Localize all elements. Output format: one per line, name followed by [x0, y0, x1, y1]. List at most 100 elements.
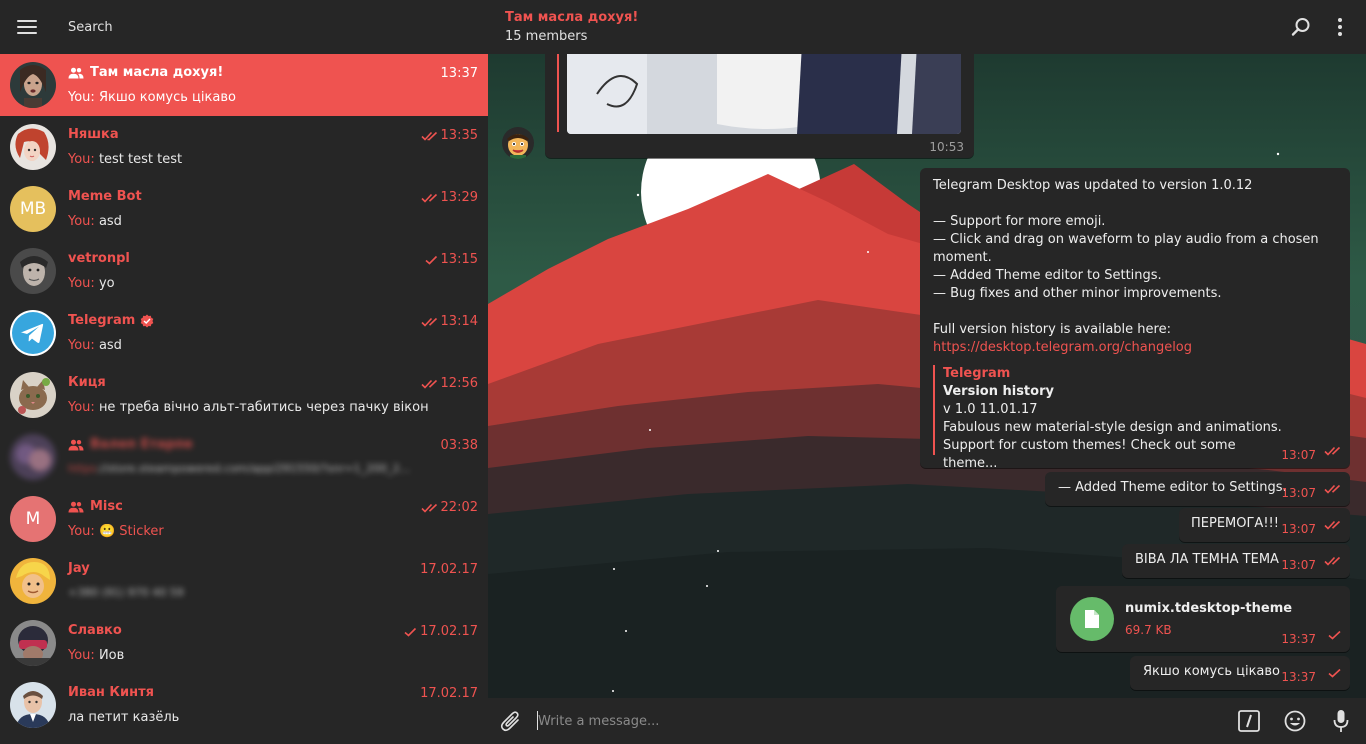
changelog-link[interactable]: https://desktop.telegram.org/changelog [933, 339, 1338, 357]
dialog-time: 13:37 [440, 66, 478, 81]
avatar: M [10, 496, 56, 542]
update-message[interactable]: Telegram Desktop was updated to version … [920, 168, 1350, 471]
you-prefix: You: [68, 214, 95, 229]
dialog-name-text: Misc [90, 499, 123, 514]
dialog-last-message: ла петит казёль [68, 710, 478, 725]
message-preview: не треба вічно альт-табитись через пачку… [98, 400, 429, 415]
message-preview: test test test [98, 152, 183, 167]
update-bullet: — Support for more emoji. [933, 214, 1106, 229]
chat-background: 10:53 Telegram Desktop was updated to ve… [488, 44, 1366, 698]
preview-line: Support for custom themes! Check out som… [943, 438, 1236, 471]
dialog-item-vetronpl[interactable]: vetronpl 13:15 You: yo [0, 240, 488, 302]
photo-image[interactable] [567, 44, 961, 134]
message-time: 13:07 [1281, 522, 1316, 536]
chat-members-count[interactable]: 15 members [505, 29, 587, 44]
dialog-last-message: You: 😬 Sticker [68, 524, 478, 539]
message-preview: Якшо комусь цікаво [98, 90, 236, 105]
dialog-name: Иван Кинтя [68, 685, 154, 700]
time-text: 13:14 [440, 314, 478, 329]
dialog-item-misc[interactable]: M Misc 22:02 You: 😬 Sticker [0, 488, 488, 550]
preview-title: Version history [943, 384, 1054, 399]
dialog-last-message: You: asd [68, 338, 478, 353]
dialog-name: Киця [68, 375, 106, 390]
dialog-name-text: Там масла дохуя! [90, 65, 224, 80]
dialog-item-blurred[interactable]: Валеп Етарпе 03:38 https://store.steampo… [0, 426, 488, 488]
dialog-last-message: You: yo [68, 276, 478, 291]
double-check-icon [420, 379, 438, 389]
dialog-item-jay[interactable]: Jay 17.02.17 +380 (91) 970 40 59 [0, 550, 488, 612]
dialog-item-ivan[interactable]: Иван Кинтя 17.02.17 ла петит казёль [0, 674, 488, 736]
compose-bar [488, 698, 1366, 744]
avatar [10, 372, 56, 418]
dialog-name-text: Валеп Етарпе [90, 437, 193, 452]
link-preview[interactable]: Telegram Version history v 1.0 11.01.17 … [943, 365, 1283, 473]
avatar: MB [10, 186, 56, 232]
dialog-time: 17.02.17 [404, 624, 478, 639]
verified-icon [140, 314, 154, 328]
you-prefix: You: [68, 524, 95, 539]
double-check-icon [1324, 519, 1342, 534]
group-icon [68, 439, 84, 451]
outgoing-message[interactable]: ВІВА ЛА ТЕМНА ТЕМА 13:07 [1122, 544, 1350, 578]
dialog-item-meme-bot[interactable]: MB Meme Bot 13:29 You: asd [0, 178, 488, 240]
preview-bar [933, 365, 935, 455]
dialog-item-tam-masla[interactable]: Там масла дохуя! 13:37 You: Якшо комусь … [0, 54, 488, 116]
search-input[interactable] [68, 12, 448, 42]
double-check-icon [420, 131, 438, 141]
double-check-icon [1324, 445, 1342, 460]
dialogs-sidebar: Там масла дохуя! 13:37 You: Якшо комусь … [0, 0, 488, 744]
dialog-item-nyashka[interactable]: Няшка 13:35 You: test test test [0, 116, 488, 178]
message-preview: ла петит казёль [68, 710, 180, 725]
you-prefix: You: [68, 648, 95, 663]
message-input[interactable] [538, 710, 1218, 732]
photo-message[interactable]: 10:53 [545, 44, 974, 158]
dialog-item-slavko[interactable]: Славко 17.02.17 You: Йов [0, 612, 488, 674]
outgoing-message[interactable]: — Added Theme editor to Settings. 13:07 [1045, 472, 1350, 506]
message-text: Якшо комусь цікаво [1143, 664, 1281, 679]
dialog-time: 13:29 [420, 190, 478, 205]
dialog-name-text: Telegram [68, 313, 136, 328]
dialog-item-kytsia[interactable]: Киця 12:56 You: не треба вічно альт-таби… [0, 364, 488, 426]
outgoing-message[interactable]: ПЕРЕМОГА!!! 13:07 [1179, 508, 1350, 542]
dialog-name: Misc [68, 499, 123, 514]
dialog-last-message: You: test test test [68, 152, 478, 167]
sender-avatar[interactable] [502, 127, 534, 159]
bot-commands-icon[interactable] [1238, 710, 1260, 736]
update-bullet: — Added Theme editor to Settings. [933, 268, 1162, 283]
time-text: 12:56 [440, 376, 478, 391]
update-bullet: moment. [933, 250, 992, 265]
dialog-time: 13:14 [420, 314, 478, 329]
more-options-icon[interactable] [1337, 17, 1343, 41]
double-check-icon [1324, 555, 1342, 570]
dialog-last-message: You: Йов [68, 648, 478, 663]
file-icon[interactable] [1070, 597, 1114, 641]
you-prefix: You: [68, 90, 95, 105]
sidebar-header [0, 0, 488, 54]
update-bullet: — Click and drag on waveform to play aud… [933, 232, 1319, 247]
check-icon [404, 627, 417, 637]
dialog-last-message: https://store.steampowered.com/app/29155… [68, 462, 478, 475]
dialog-time: 17.02.17 [420, 686, 478, 701]
search-icon[interactable] [1291, 17, 1311, 41]
dialog-name: Валеп Етарпе [68, 437, 193, 452]
file-message[interactable]: numix.tdesktop-theme 69.7 KB 13:37 [1056, 586, 1350, 652]
message-preview: yo [98, 276, 115, 291]
preview-line: v 1.0 11.01.17 [943, 402, 1038, 417]
dialog-item-telegram[interactable]: Telegram 13:14 You: asd [0, 302, 488, 364]
microphone-icon[interactable] [1333, 709, 1349, 737]
you-prefix: You: [68, 276, 95, 291]
file-name[interactable]: numix.tdesktop-theme [1125, 601, 1292, 616]
chat-title[interactable]: Там масла дохуя! [505, 10, 638, 25]
dialog-last-message: You: asd [68, 214, 478, 229]
message-preview: Йов [98, 648, 125, 663]
menu-icon[interactable] [17, 20, 37, 34]
check-icon [425, 255, 438, 265]
time-text: 13:29 [440, 190, 478, 205]
double-check-icon [420, 317, 438, 327]
attach-icon[interactable] [500, 710, 522, 736]
file-size: 69.7 KB [1125, 623, 1172, 637]
outgoing-message[interactable]: Якшо комусь цікаво 13:37 [1130, 656, 1350, 690]
dialog-time: 17.02.17 [420, 562, 478, 577]
update-headline: Telegram Desktop was updated to version … [933, 178, 1253, 193]
emoji-icon[interactable] [1284, 710, 1306, 736]
